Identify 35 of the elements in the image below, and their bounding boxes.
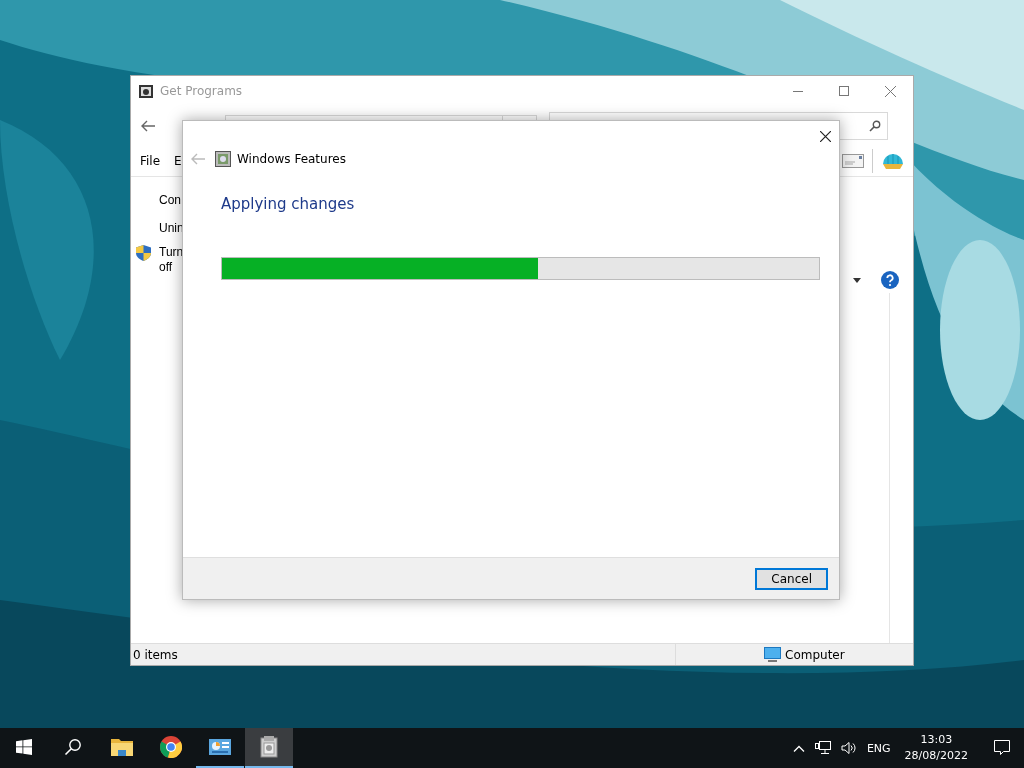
minimize-icon[interactable] <box>793 90 803 92</box>
item-count: 0 items <box>131 644 676 665</box>
search-icon[interactable] <box>869 120 881 132</box>
location-label: Computer <box>785 647 845 662</box>
shield-icon <box>136 245 151 261</box>
menu-item[interactable]: E <box>174 154 182 168</box>
browser-icon <box>160 736 182 758</box>
control-panel-icon <box>209 738 231 756</box>
back-arrow-icon[interactable] <box>141 120 155 132</box>
window-title: Get Programs <box>160 84 243 98</box>
clock-time[interactable]: 13:03 <box>920 732 953 748</box>
features-icon <box>215 151 231 167</box>
dialog-title: Windows Features <box>237 152 346 166</box>
camera-icon <box>138 83 154 99</box>
windows-logo-icon <box>16 739 32 755</box>
taskbar-button[interactable] <box>245 728 293 768</box>
search-icon <box>64 738 82 756</box>
language-indicator[interactable]: ENG <box>866 741 891 755</box>
status-heading: Applying changes <box>221 195 356 213</box>
envelope-icon[interactable] <box>842 154 864 168</box>
installer-icon <box>260 736 278 758</box>
notification-icon[interactable] <box>994 740 1010 756</box>
monitor-icon <box>764 647 781 662</box>
task-link[interactable]: Turn off <box>159 245 184 275</box>
menu-item[interactable]: File <box>140 154 161 168</box>
network-icon[interactable] <box>814 741 831 755</box>
chevron-up-icon[interactable] <box>792 744 805 752</box>
close-icon[interactable] <box>820 130 831 142</box>
caret-icon[interactable] <box>853 277 861 283</box>
maximize-icon[interactable] <box>839 86 849 96</box>
cancel-button[interactable]: Cancel <box>755 567 828 590</box>
speaker-icon[interactable] <box>840 741 857 755</box>
folder-icon <box>111 738 133 756</box>
help-icon[interactable] <box>881 271 899 289</box>
clock-date[interactable]: 28/08/2022 <box>904 748 968 764</box>
